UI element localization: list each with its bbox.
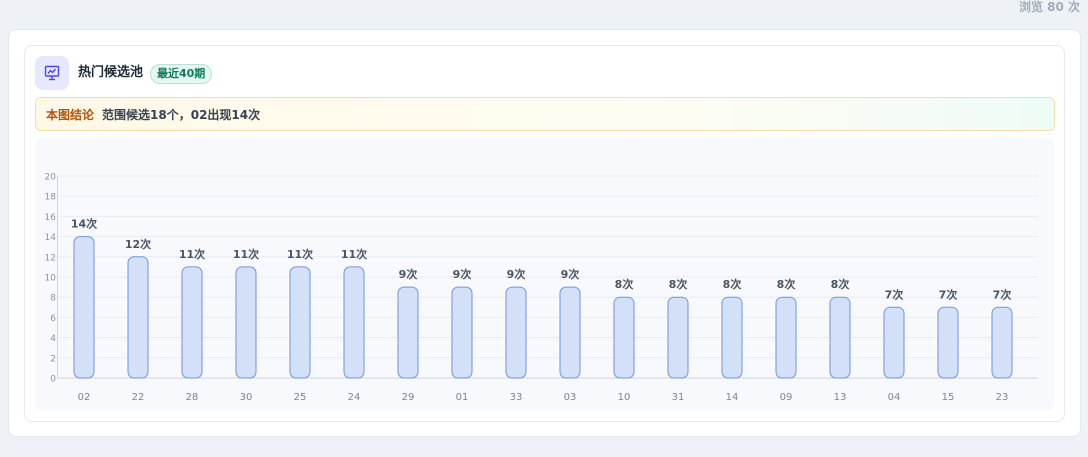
bar xyxy=(613,296,635,379)
bar xyxy=(127,256,149,379)
bar-data-label: 8次 xyxy=(669,277,688,291)
y-tick-label: 4 xyxy=(50,334,56,344)
bar-data-label: 12次 xyxy=(125,237,151,251)
bar-data-label: 7次 xyxy=(993,287,1012,301)
bar xyxy=(289,266,311,379)
card-title: 热门候选池 xyxy=(78,65,144,80)
bar xyxy=(397,286,419,379)
y-tick-label: 16 xyxy=(45,213,57,223)
y-tick-label: 20 xyxy=(45,173,57,183)
bar xyxy=(235,266,257,379)
x-tick-label: 33 xyxy=(510,392,523,403)
conclusion-banner: 本图结论 范围候选18个，02出现14次 xyxy=(35,97,1055,131)
y-tick-label: 8 xyxy=(50,294,56,304)
x-tick-label: 14 xyxy=(726,392,739,403)
bar-data-label: 7次 xyxy=(939,287,958,301)
bar-data-label: 11次 xyxy=(287,247,313,261)
y-tick-label: 6 xyxy=(50,314,56,324)
x-tick-label: 25 xyxy=(294,392,307,403)
x-tick-label: 29 xyxy=(402,392,415,403)
bar xyxy=(505,286,527,379)
bar-data-label: 8次 xyxy=(777,277,796,291)
bar xyxy=(775,296,797,379)
bar-data-label: 14次 xyxy=(71,217,97,231)
x-tick-label: 02 xyxy=(78,392,91,403)
chart-card: 热门候选池 最近40期 本图结论 范围候选18个，02出现14次 0 2 4 6 8 10… xyxy=(24,45,1065,422)
view-count: 浏览 80 次 xyxy=(1018,0,1080,14)
bar-data-label: 9次 xyxy=(399,267,418,281)
x-tick-label: 01 xyxy=(456,392,469,403)
bar-data-label: 11次 xyxy=(233,247,259,261)
bar xyxy=(991,306,1013,379)
bar-data-label: 11次 xyxy=(341,247,367,261)
bar-data-label: 8次 xyxy=(831,277,850,291)
bar xyxy=(937,306,959,379)
bar-data-label: 9次 xyxy=(561,267,580,281)
bar xyxy=(181,266,203,379)
bar-data-label: 11次 xyxy=(179,247,205,261)
bar xyxy=(667,296,689,379)
x-tick-label: 10 xyxy=(618,392,631,403)
x-tick-label: 23 xyxy=(996,392,1009,403)
x-tick-label: 04 xyxy=(888,392,901,403)
y-tick-label: 2 xyxy=(50,354,56,364)
bar-data-label: 8次 xyxy=(615,277,634,291)
y-tick-label: 18 xyxy=(45,193,57,203)
bar-data-label: 9次 xyxy=(453,267,472,281)
conclusion-label: 本图结论 xyxy=(46,107,95,122)
x-tick-label: 15 xyxy=(942,392,955,403)
x-tick-label: 03 xyxy=(564,392,577,403)
bar xyxy=(559,286,581,379)
bar-data-label: 8次 xyxy=(723,277,742,291)
bar-data-label: 7次 xyxy=(885,287,904,301)
x-tick-label: 28 xyxy=(186,392,199,403)
bar xyxy=(883,306,905,379)
y-tick-label: 0 xyxy=(50,375,56,385)
x-tick-label: 13 xyxy=(834,392,847,403)
x-tick-label: 22 xyxy=(132,392,145,403)
x-tick-label: 24 xyxy=(348,392,361,403)
bar xyxy=(451,286,473,379)
x-tick-label: 31 xyxy=(672,392,685,403)
bar-data-label: 9次 xyxy=(507,267,526,281)
chart-panel: 0 2 4 6 8 10 12 14 16 18 20 14次 02 12次 22 11次 28 11次 30 11次… xyxy=(35,138,1055,411)
outer-card: 热门候选池 最近40期 本图结论 范围候选18个，02出现14次 0 2 4 6 8 10… xyxy=(8,29,1081,437)
y-tick-label: 10 xyxy=(45,274,57,284)
bar xyxy=(721,296,743,379)
bar-chart: 0246810121416182014次0212次2211次2811次3011次… xyxy=(45,173,1038,403)
y-tick-label: 14 xyxy=(45,233,57,243)
conclusion-text: 范围候选18个，02出现14次 xyxy=(102,107,261,122)
bar xyxy=(73,236,95,379)
x-tick-label: 30 xyxy=(240,392,253,403)
bar xyxy=(829,296,851,379)
bar xyxy=(343,266,365,379)
presentation-chart-icon xyxy=(35,56,69,90)
y-tick-label: 12 xyxy=(45,253,56,263)
period-badge: 最近40期 xyxy=(150,64,213,84)
x-tick-label: 09 xyxy=(780,392,793,403)
